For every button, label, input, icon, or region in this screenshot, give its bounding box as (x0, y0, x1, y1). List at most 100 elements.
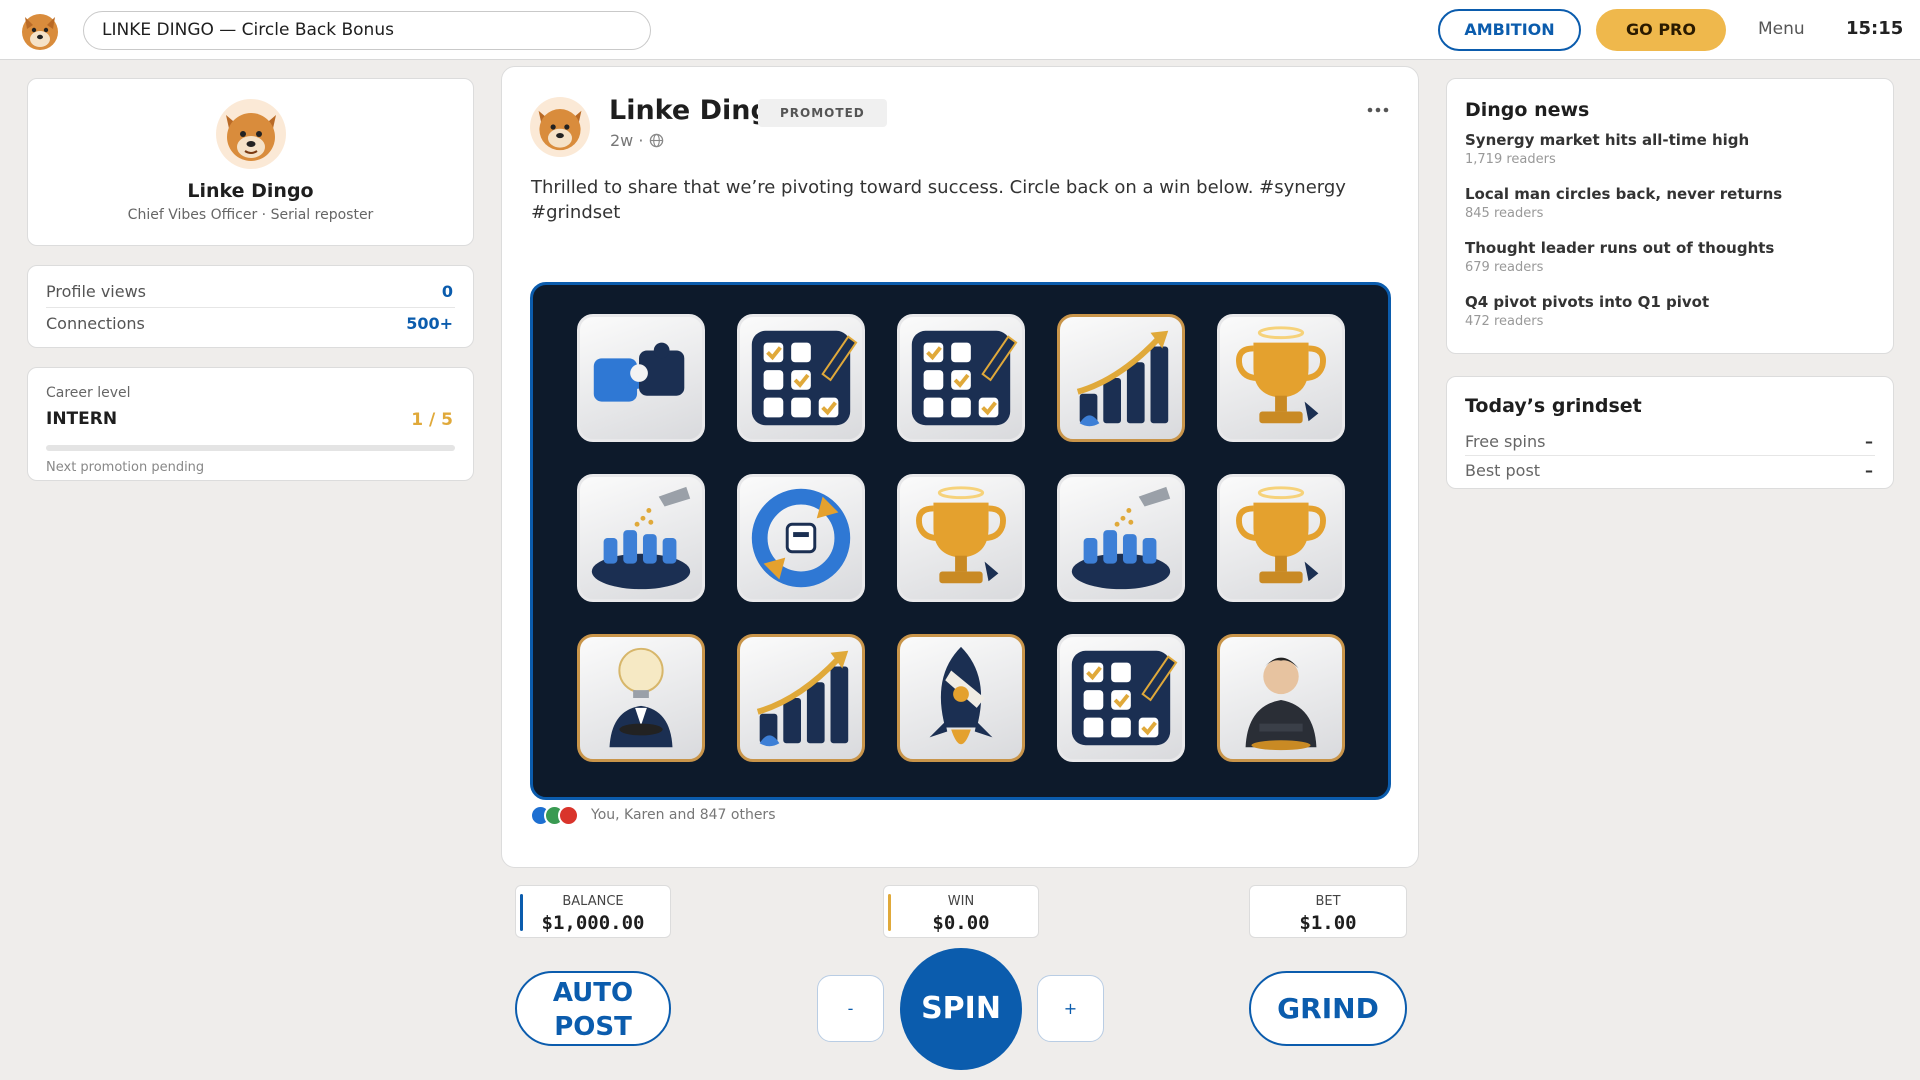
grindset-row-best-post: Best post – (1465, 456, 1875, 485)
post-avatar[interactable] (530, 97, 590, 157)
idea-executive-icon (609, 647, 673, 748)
stat-value: 0 (441, 282, 453, 301)
trophy-icon (916, 486, 1006, 584)
spin-button[interactable]: SPIN (900, 948, 1022, 1070)
avatar[interactable] (216, 99, 286, 169)
address-bar[interactable]: LINKE DINGO — Circle Back Bonus (83, 11, 651, 50)
grindset-card: Today’s grindset Free spins – Best post … (1446, 376, 1894, 489)
reel-symbol-idea-executive (577, 634, 705, 762)
grindset-heading: Today’s grindset (1465, 395, 1642, 417)
reactions-summary[interactable]: You, Karen and 847 others (591, 807, 775, 823)
career-note: Next promotion pending (46, 460, 205, 475)
stat-row-connections[interactable]: Connections 500+ (46, 308, 455, 340)
auto-post-label-line1: AUTO (552, 978, 634, 1008)
news-readers: 845 readers (1465, 206, 1544, 221)
post-text: Thrilled to share that we’re pivoting to… (531, 177, 1346, 223)
rocket-icon (929, 646, 993, 745)
increase-bet-button[interactable]: + (1037, 975, 1104, 1042)
news-item[interactable]: Thought leader runs out of thoughts 679 … (1465, 239, 1875, 275)
checklist-icon (751, 330, 858, 426)
growth-chart-icon (1076, 330, 1169, 427)
balance-value: $1,000.00 (541, 912, 645, 934)
win-label: WIN (947, 894, 975, 909)
grind-button[interactable]: GRIND (1249, 971, 1407, 1046)
grindset-label: Free spins (1465, 432, 1546, 451)
auto-post-button[interactable]: AUTO POST (515, 971, 671, 1046)
profile-title: Chief Vibes Officer · Serial reposter (127, 207, 374, 223)
grindset-value: – (1865, 461, 1873, 480)
news-title: Local man circles back, never returns (1465, 185, 1783, 203)
bet-label: BET (1315, 894, 1341, 909)
news-title: Thought leader runs out of thoughts (1465, 239, 1775, 257)
reel-symbol-cycle (737, 474, 865, 602)
bet-value: $1.00 (1299, 912, 1357, 934)
reel-symbol-checklist (737, 314, 865, 442)
clock: 15:15 (1846, 18, 1904, 39)
stat-label: Profile views (46, 282, 147, 301)
news-readers: 472 readers (1465, 314, 1544, 329)
checklist-icon (911, 330, 1018, 426)
ambition-button[interactable]: AMBITION (1438, 9, 1581, 51)
reel-symbol-checklist (897, 314, 1025, 442)
profile-name[interactable]: Linke Dingo (28, 180, 473, 202)
executive-icon (1245, 657, 1317, 751)
news-title: Synergy market hits all-time high (1465, 131, 1750, 149)
stat-label: Connections (46, 314, 145, 333)
bet-display: BET $1.00 (1249, 885, 1407, 938)
career-level: INTERN (46, 409, 118, 429)
decrease-bet-button[interactable]: - (817, 975, 884, 1042)
trophy-icon (1236, 486, 1326, 584)
menu-button[interactable]: Menu (1758, 19, 1805, 39)
win-display: WIN $0.00 (883, 885, 1039, 938)
auto-post-label-line2: POST (554, 1012, 632, 1042)
post-age: 2w · (610, 131, 649, 150)
reel-symbol-thumbs-up-crowd (577, 474, 705, 602)
post-meta: 2w · (610, 131, 664, 150)
news-item[interactable]: Q4 pivot pivots into Q1 pivot 472 reader… (1465, 293, 1875, 329)
win-value: $0.00 (932, 912, 990, 934)
growth-chart-icon (756, 650, 849, 747)
reel-symbol-trophy (1217, 314, 1345, 442)
reel-symbol-trophy (1217, 474, 1345, 602)
reel-symbol-growth-chart (1057, 314, 1185, 442)
news-item[interactable]: Synergy market hits all-time high 1,719 … (1465, 131, 1875, 167)
checklist-icon (1071, 650, 1178, 746)
career-level-card: Career level INTERN 1 / 5 Next promotion… (27, 367, 474, 481)
career-progress-bar (46, 445, 455, 451)
career-label: Career level (46, 385, 131, 401)
globe-icon (649, 133, 663, 148)
balance-display: BALANCE $1,000.00 (515, 885, 671, 938)
trophy-icon (1236, 326, 1326, 424)
puzzle-icon (593, 342, 685, 402)
grindset-label: Best post (1465, 461, 1541, 480)
cycle-icon (751, 488, 851, 588)
love-reaction-icon (558, 805, 579, 826)
news-item[interactable]: Local man circles back, never returns 84… (1465, 185, 1875, 221)
reel-symbol-executive (1217, 634, 1345, 762)
stat-row-profile-views[interactable]: Profile views 0 (46, 276, 455, 308)
career-fraction: 1 / 5 (411, 410, 453, 430)
dingo-logo-icon[interactable] (19, 9, 61, 51)
go-pro-button[interactable]: GO PRO (1596, 9, 1726, 51)
news-heading: Dingo news (1465, 99, 1590, 121)
news-card: Dingo news Synergy market hits all-time … (1446, 78, 1894, 354)
post-card: Linke Dingo PROMOTED 2w · Thrilled to sh… (501, 66, 1419, 868)
reel-symbol-checklist (1057, 634, 1185, 762)
slot-reels[interactable] (530, 282, 1391, 800)
grindset-row-free-spins: Free spins – (1465, 427, 1875, 456)
reel-symbol-thumbs-up-crowd (1057, 474, 1185, 602)
reel-symbol-growth-chart (737, 634, 865, 762)
more-options-icon[interactable] (1366, 105, 1390, 115)
news-title: Q4 pivot pivots into Q1 pivot (1465, 293, 1710, 311)
reel-symbol-rocket (897, 634, 1025, 762)
grindset-value: – (1865, 432, 1873, 451)
promoted-badge: PROMOTED (758, 99, 887, 127)
thumbs-up-crowd-icon (591, 486, 691, 590)
reel-symbol-trophy (897, 474, 1025, 602)
news-readers: 679 readers (1465, 260, 1544, 275)
balance-label: BALANCE (562, 894, 624, 909)
stat-value: 500+ (406, 314, 453, 333)
top-bar: LINKE DINGO — Circle Back Bonus AMBITION… (0, 0, 1920, 60)
thumbs-up-crowd-icon (1071, 486, 1171, 590)
profile-stats-card: Profile views 0 Connections 500+ (27, 265, 474, 348)
